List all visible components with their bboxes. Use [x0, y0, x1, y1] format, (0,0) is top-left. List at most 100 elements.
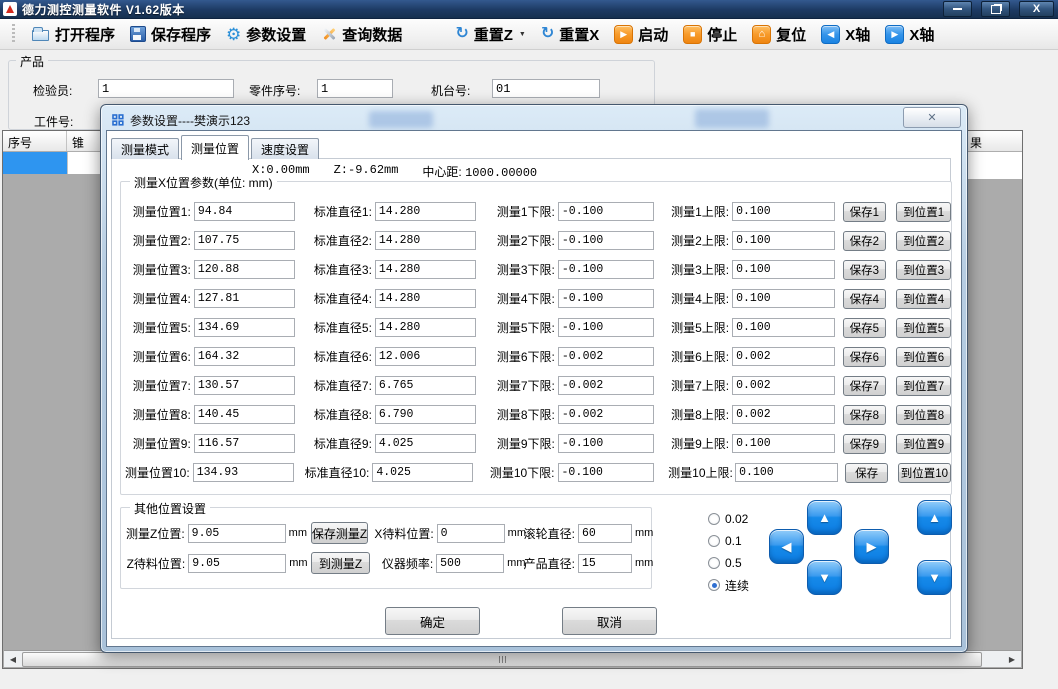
- measure-z-input[interactable]: [188, 524, 286, 543]
- save-button-6[interactable]: 保存6: [843, 347, 886, 367]
- goto-position-button-9[interactable]: 到位置9: [896, 434, 951, 454]
- goto-position-button-8[interactable]: 到位置8: [896, 405, 951, 425]
- goto-measure-z-button[interactable]: 到测量Z: [311, 552, 369, 574]
- step-option-0.5[interactable]: 0.5: [708, 552, 749, 574]
- pos-input-7[interactable]: [194, 376, 295, 395]
- low-input-4[interactable]: [558, 289, 654, 308]
- low-input-1[interactable]: [558, 202, 654, 221]
- toolbar-button-gear[interactable]: 参数设置 ▼: [226, 24, 306, 45]
- low-input-5[interactable]: [558, 318, 654, 337]
- high-input-5[interactable]: [732, 318, 835, 337]
- ok-button[interactable]: 确定: [385, 607, 480, 635]
- scroll-left-icon[interactable]: ◀: [4, 652, 22, 667]
- radio-icon[interactable]: [708, 535, 720, 547]
- jog-down-button[interactable]: ▼: [807, 560, 842, 595]
- toolbar-button-home[interactable]: 复位 ▼: [752, 24, 806, 45]
- dia-input-4[interactable]: [375, 289, 476, 308]
- toolbar-button-stop[interactable]: 停止 ▼: [683, 24, 737, 45]
- pos-input-9[interactable]: [194, 434, 295, 453]
- selected-cell[interactable]: [3, 152, 68, 174]
- dia-input-3[interactable]: [375, 260, 476, 279]
- pos-input-4[interactable]: [194, 289, 295, 308]
- low-input-2[interactable]: [558, 231, 654, 250]
- dropdown-caret-icon[interactable]: ▼: [519, 31, 526, 38]
- goto-position-button-6[interactable]: 到位置6: [896, 347, 951, 367]
- dia-input-8[interactable]: [375, 405, 476, 424]
- low-input-7[interactable]: [558, 376, 654, 395]
- goto-position-button-7[interactable]: 到位置7: [896, 376, 951, 396]
- dia-input-6[interactable]: [375, 347, 476, 366]
- toolbar-button-tools[interactable]: 查询数据 ▼: [321, 24, 402, 45]
- cancel-button[interactable]: 取消: [562, 607, 657, 635]
- goto-position-button-1[interactable]: 到位置1: [896, 202, 951, 222]
- save-button-10[interactable]: 保存: [845, 463, 887, 483]
- dia-input-9[interactable]: [375, 434, 476, 453]
- radio-icon[interactable]: [708, 557, 720, 569]
- step-option-0.1[interactable]: 0.1: [708, 530, 749, 552]
- toolbar-button-open-folder[interactable]: 打开程序 ▼: [32, 24, 115, 45]
- step-option-0.02[interactable]: 0.02: [708, 508, 749, 530]
- pos-input-5[interactable]: [194, 318, 295, 337]
- jog-right-button[interactable]: ▶: [854, 529, 889, 564]
- toolbar-button-start[interactable]: 启动 ▼: [614, 24, 668, 45]
- pos-input-10[interactable]: [193, 463, 294, 482]
- goto-position-button-4[interactable]: 到位置4: [896, 289, 951, 309]
- high-input-9[interactable]: [732, 434, 835, 453]
- dia-input-2[interactable]: [375, 231, 476, 250]
- machine-no-input[interactable]: [492, 79, 600, 98]
- z-wait-input[interactable]: [188, 554, 286, 573]
- high-input-3[interactable]: [732, 260, 835, 279]
- low-input-9[interactable]: [558, 434, 654, 453]
- save-button-9[interactable]: 保存9: [843, 434, 886, 454]
- jog-up-button[interactable]: ▲: [807, 500, 842, 535]
- low-input-10[interactable]: [558, 463, 654, 482]
- save-button-5[interactable]: 保存5: [843, 318, 886, 338]
- toolbar-button-x-axis-left[interactable]: X轴 ▼: [821, 24, 870, 45]
- toolbar-button-reset-z[interactable]: 重置Z ▼: [455, 24, 526, 45]
- close-button[interactable]: X: [1019, 1, 1054, 17]
- save-button-2[interactable]: 保存2: [843, 231, 886, 251]
- pos-input-3[interactable]: [194, 260, 295, 279]
- save-button-8[interactable]: 保存8: [843, 405, 886, 425]
- save-measure-z-button[interactable]: 保存测量Z: [311, 522, 369, 544]
- save-button-3[interactable]: 保存3: [843, 260, 886, 280]
- jog-left-button[interactable]: ◀: [769, 529, 804, 564]
- toolbar-button-reset-x[interactable]: 重置X ▼: [541, 24, 599, 45]
- save-button-4[interactable]: 保存4: [843, 289, 886, 309]
- radio-icon[interactable]: [708, 513, 720, 525]
- high-input-2[interactable]: [732, 231, 835, 250]
- scroll-right-icon[interactable]: ▶: [1003, 652, 1021, 667]
- roller-dia-input[interactable]: [578, 524, 632, 543]
- dialog-close-button[interactable]: ✕: [903, 107, 961, 128]
- tab-measure-mode[interactable]: 测量模式: [111, 138, 179, 159]
- goto-position-button-10[interactable]: 到位置10: [898, 463, 951, 483]
- high-input-10[interactable]: [735, 463, 838, 482]
- dia-input-5[interactable]: [375, 318, 476, 337]
- minimize-button[interactable]: [943, 1, 972, 17]
- goto-position-button-2[interactable]: 到位置2: [896, 231, 951, 251]
- maximize-button[interactable]: [981, 1, 1010, 17]
- tab-speed-settings[interactable]: 速度设置: [251, 138, 319, 159]
- part-serial-input[interactable]: [317, 79, 393, 98]
- inspector-input[interactable]: [98, 79, 234, 98]
- dia-input-10[interactable]: [372, 463, 473, 482]
- low-input-3[interactable]: [558, 260, 654, 279]
- low-input-6[interactable]: [558, 347, 654, 366]
- tab-measure-position[interactable]: 测量位置: [181, 135, 249, 160]
- pos-input-2[interactable]: [194, 231, 295, 250]
- dia-input-7[interactable]: [375, 376, 476, 395]
- save-button-1[interactable]: 保存1: [843, 202, 886, 222]
- goto-position-button-5[interactable]: 到位置5: [896, 318, 951, 338]
- high-input-6[interactable]: [732, 347, 835, 366]
- aux-up-button[interactable]: ▲: [917, 500, 952, 535]
- high-input-1[interactable]: [732, 202, 835, 221]
- goto-position-button-3[interactable]: 到位置3: [896, 260, 951, 280]
- scrollbar-thumb[interactable]: [22, 652, 982, 667]
- low-input-8[interactable]: [558, 405, 654, 424]
- dia-input-1[interactable]: [375, 202, 476, 221]
- toolbar-button-save[interactable]: 保存程序 ▼: [130, 24, 211, 45]
- high-input-8[interactable]: [732, 405, 835, 424]
- aux-down-button[interactable]: ▼: [917, 560, 952, 595]
- pos-input-8[interactable]: [194, 405, 295, 424]
- toolbar-button-x-axis-right[interactable]: X轴 ▼: [885, 24, 934, 45]
